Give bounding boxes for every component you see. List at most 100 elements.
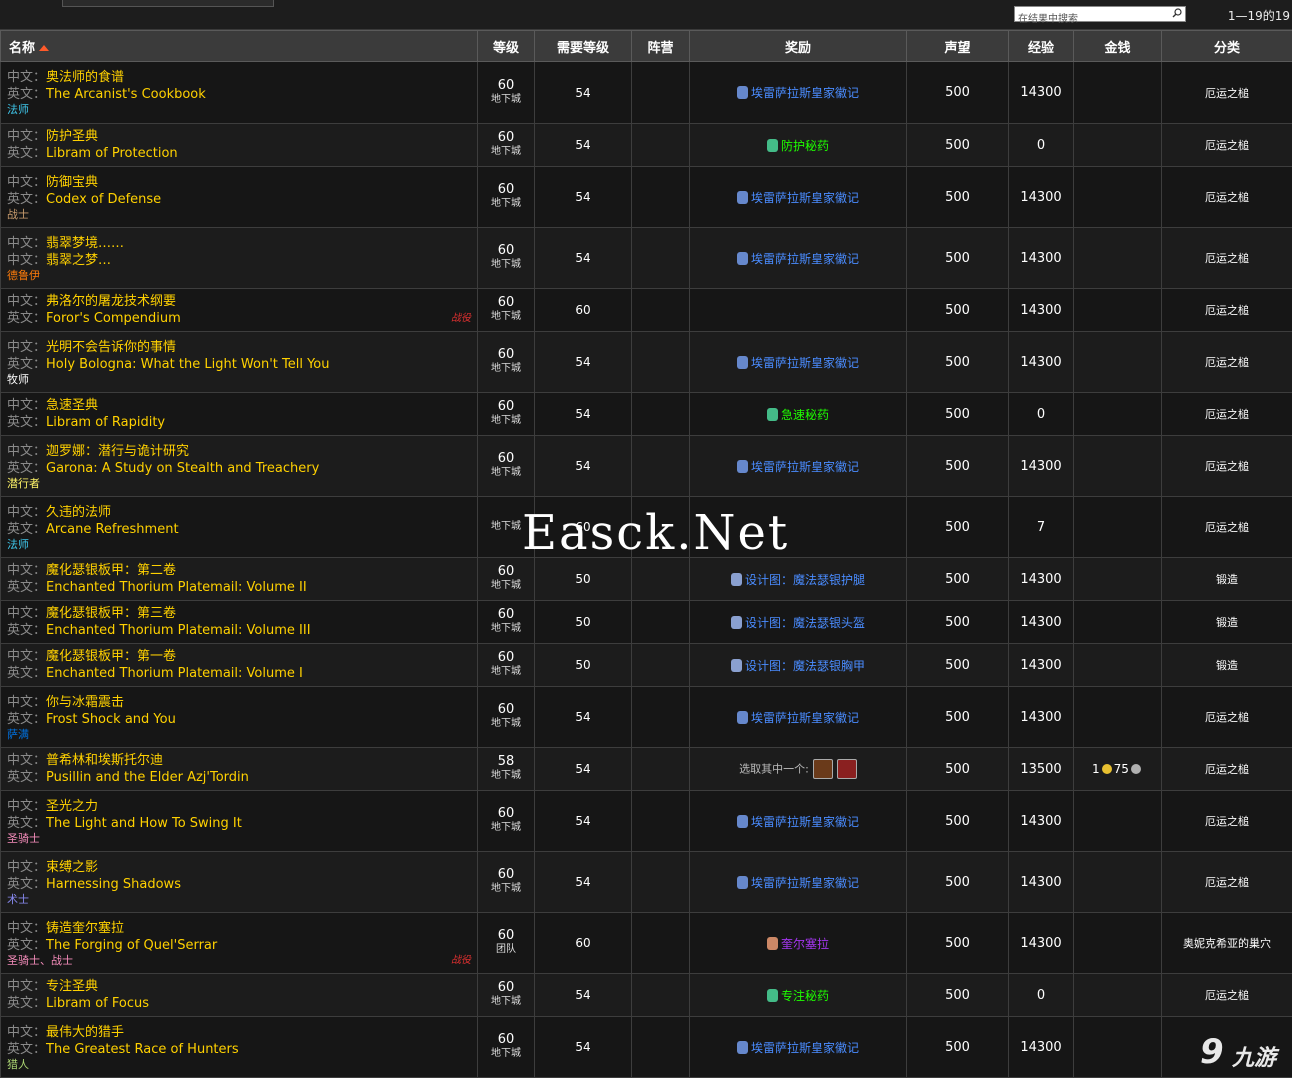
column-header-experience[interactable]: 经验 [1009, 31, 1074, 62]
reward-cell[interactable]: 埃雷萨拉斯皇家徽记 [690, 791, 907, 852]
quest-name-en[interactable]: Pusillin and the Elder Azj'Tordin [46, 770, 249, 785]
quest-name-en[interactable]: Enchanted Thorium Platemail: Volume II [46, 580, 307, 595]
quest-name-cell[interactable]: 中文：你与冰霜震击 英文：Frost Shock and You 萨满 [1, 687, 478, 748]
reward-cell[interactable]: 埃雷萨拉斯皇家徽记 [690, 228, 907, 289]
table-row[interactable]: 中文：魔化瑟银板甲：第三卷 英文：Enchanted Thorium Plate… [1, 601, 1292, 644]
quest-name-cell[interactable]: 中文：普希林和埃斯托尔迪 英文：Pusillin and the Elder A… [1, 748, 478, 791]
reward-cell[interactable]: 埃雷萨拉斯皇家徽记 [690, 1017, 907, 1078]
category-cell[interactable]: 厄运之槌 [1162, 497, 1292, 558]
quest-name-zh[interactable]: 你与冰霜震击 [46, 695, 124, 710]
table-row[interactable]: 中文：魔化瑟银板甲：第一卷 英文：Enchanted Thorium Plate… [1, 644, 1292, 687]
quest-name-cell[interactable]: 中文：急速圣典 英文：Libram of Rapidity [1, 393, 478, 436]
quest-name-en[interactable]: Libram of Protection [46, 146, 178, 161]
quest-name-cell[interactable]: 中文：奥法师的食谱 英文：The Arcanist's Cookbook 法师 [1, 62, 478, 124]
reward-item-link[interactable]: 埃雷萨拉斯皇家徽记 [751, 815, 859, 829]
quest-name-zh[interactable]: 迦罗娜：潜行与诡计研究 [46, 444, 189, 459]
reward-cell[interactable]: 设计图：魔法瑟银胸甲 [690, 644, 907, 687]
quest-name-en[interactable]: Frost Shock and You [46, 712, 176, 727]
quest-name-en[interactable]: Harnessing Shadows [46, 877, 181, 892]
category-cell[interactable]: 厄运之槌 [1162, 228, 1292, 289]
column-header-money[interactable]: 金钱 [1074, 31, 1162, 62]
quest-name-zh[interactable]: 专注圣典 [46, 979, 98, 994]
quest-name-en[interactable]: Codex of Defense [46, 192, 161, 207]
reward-item-link[interactable]: 专注秘药 [781, 989, 829, 1003]
table-row[interactable]: 中文：你与冰霜震击 英文：Frost Shock and You 萨满 60地下… [1, 687, 1292, 748]
reward-item-link[interactable]: 设计图：魔法瑟银胸甲 [745, 659, 865, 673]
quest-name-zh[interactable]: 魔化瑟银板甲：第二卷 [46, 563, 176, 578]
category-cell[interactable]: 厄运之槌 [1162, 791, 1292, 852]
quest-name-zh[interactable]: 急速圣典 [46, 398, 98, 413]
quest-name-zh[interactable]: 普希林和埃斯托尔迪 [46, 753, 163, 768]
quest-name-zh[interactable]: 防护圣典 [46, 129, 98, 144]
quest-name-en[interactable]: Enchanted Thorium Platemail: Volume I [46, 666, 303, 681]
quest-name-cell[interactable]: 中文：最伟大的猎手 英文：The Greatest Race of Hunter… [1, 1017, 478, 1078]
reward-item-link[interactable]: 防护秘药 [781, 139, 829, 153]
quest-name-cell[interactable]: 中文：迦罗娜：潜行与诡计研究 英文：Garona: A Study on Ste… [1, 436, 478, 497]
reward-item-link[interactable]: 设计图：魔法瑟银头盔 [745, 616, 865, 630]
quest-name-cell[interactable]: 中文：弗洛尔的屠龙技术纲要 英文：Foror's Compendium 战役 [1, 289, 478, 332]
quest-name-en[interactable]: Holy Bologna: What the Light Won't Tell … [46, 357, 330, 372]
quest-name-cell[interactable]: 中文：圣光之力 英文：The Light and How To Swing It… [1, 791, 478, 852]
table-row[interactable]: 中文：普希林和埃斯托尔迪 英文：Pusillin and the Elder A… [1, 748, 1292, 791]
quest-name-en[interactable]: The Forging of Quel'Serrar [46, 938, 217, 953]
reward-item-link[interactable]: 埃雷萨拉斯皇家徽记 [751, 191, 859, 205]
class-label[interactable]: 萨满 [7, 728, 477, 741]
column-header-reward[interactable]: 奖励 [690, 31, 907, 62]
quest-name-zh[interactable]: 最伟大的猎手 [46, 1025, 124, 1040]
table-row[interactable]: 中文：圣光之力 英文：The Light and How To Swing It… [1, 791, 1292, 852]
class-label[interactable]: 法师 [7, 103, 477, 116]
boots-icon[interactable] [813, 759, 833, 779]
quest-name-en[interactable]: Arcane Refreshment [46, 522, 179, 537]
quest-name-cell[interactable]: 中文：防御宝典 英文：Codex of Defense 战士 [1, 167, 478, 228]
class-label[interactable]: 战士 [7, 208, 477, 221]
reward-cell[interactable]: 埃雷萨拉斯皇家徽记 [690, 852, 907, 913]
sword-icon[interactable] [837, 759, 857, 779]
table-row[interactable]: 中文：奥法师的食谱 英文：The Arcanist's Cookbook 法师 … [1, 62, 1292, 124]
quest-name-en[interactable]: Foror's Compendium [46, 311, 181, 326]
class-label[interactable]: 法师 [7, 538, 477, 551]
reward-item-link[interactable]: 急速秘药 [781, 408, 829, 422]
quest-name-zh[interactable]: 奥法师的食谱 [46, 70, 124, 85]
column-header-faction[interactable]: 阵营 [632, 31, 690, 62]
category-cell[interactable]: 厄运之槌 [1162, 748, 1292, 791]
quest-name-cell[interactable]: 中文：魔化瑟银板甲：第二卷 英文：Enchanted Thorium Plate… [1, 558, 478, 601]
quest-name-zh[interactable]: 圣光之力 [46, 799, 98, 814]
table-row[interactable]: 中文：迦罗娜：潜行与诡计研究 英文：Garona: A Study on Ste… [1, 436, 1292, 497]
quest-name-en[interactable]: The Light and How To Swing It [46, 816, 242, 831]
quest-name-zh[interactable]: 光明不会告诉你的事情 [46, 340, 176, 355]
quest-name-cell[interactable]: 中文：束缚之影 英文：Harnessing Shadows 术士 [1, 852, 478, 913]
column-header-name[interactable]: 名称 [1, 31, 478, 62]
category-cell[interactable]: 奥妮克希亚的巢穴 [1162, 913, 1292, 974]
quest-name-zh[interactable]: 魔化瑟银板甲：第一卷 [46, 649, 176, 664]
reward-cell[interactable]: 埃雷萨拉斯皇家徽记 [690, 167, 907, 228]
reward-cell[interactable]: 奎尔塞拉 [690, 913, 907, 974]
quest-name-zh[interactable]: 弗洛尔的屠龙技术纲要 [46, 294, 176, 309]
table-row[interactable]: 中文：防御宝典 英文：Codex of Defense 战士 60地下城54埃雷… [1, 167, 1292, 228]
class-label[interactable]: 牧师 [7, 373, 477, 386]
reward-cell[interactable]: 埃雷萨拉斯皇家徽记 [690, 332, 907, 393]
reward-item-link[interactable]: 埃雷萨拉斯皇家徽记 [751, 252, 859, 266]
reward-item-link[interactable]: 埃雷萨拉斯皇家徽记 [751, 876, 859, 890]
column-header-level[interactable]: 等级 [478, 31, 535, 62]
class-label[interactable]: 德鲁伊 [7, 269, 477, 282]
quest-name-en[interactable]: Garona: A Study on Stealth and Treachery [46, 461, 319, 476]
quest-name-cell[interactable]: 中文：防护圣典 英文：Libram of Protection [1, 124, 478, 167]
reward-cell[interactable]: 急速秘药 [690, 393, 907, 436]
category-cell[interactable]: 厄运之槌 [1162, 687, 1292, 748]
reward-cell[interactable]: 防护秘药 [690, 124, 907, 167]
column-header-category[interactable]: 分类 [1162, 31, 1292, 62]
reward-cell[interactable]: 设计图：魔法瑟银护腿 [690, 558, 907, 601]
search-input[interactable] [1015, 13, 1168, 27]
table-row[interactable]: 中文：最伟大的猎手 英文：The Greatest Race of Hunter… [1, 1017, 1292, 1078]
quest-name-en[interactable]: Enchanted Thorium Platemail: Volume III [46, 623, 311, 638]
reward-cell[interactable]: 专注秘药 [690, 974, 907, 1017]
class-label[interactable]: 圣骑士、战士 [7, 954, 477, 967]
reward-cell[interactable]: 埃雷萨拉斯皇家徽记 [690, 436, 907, 497]
category-cell[interactable]: 厄运之槌 [1162, 62, 1292, 124]
quest-name-en[interactable]: The Greatest Race of Hunters [46, 1042, 239, 1057]
category-cell[interactable]: 厄运之槌 [1162, 289, 1292, 332]
column-header-reputation[interactable]: 声望 [907, 31, 1009, 62]
reward-item-link[interactable]: 埃雷萨拉斯皇家徽记 [751, 356, 859, 370]
reward-cell[interactable]: 设计图：魔法瑟银头盔 [690, 601, 907, 644]
search-box[interactable] [1014, 6, 1186, 22]
